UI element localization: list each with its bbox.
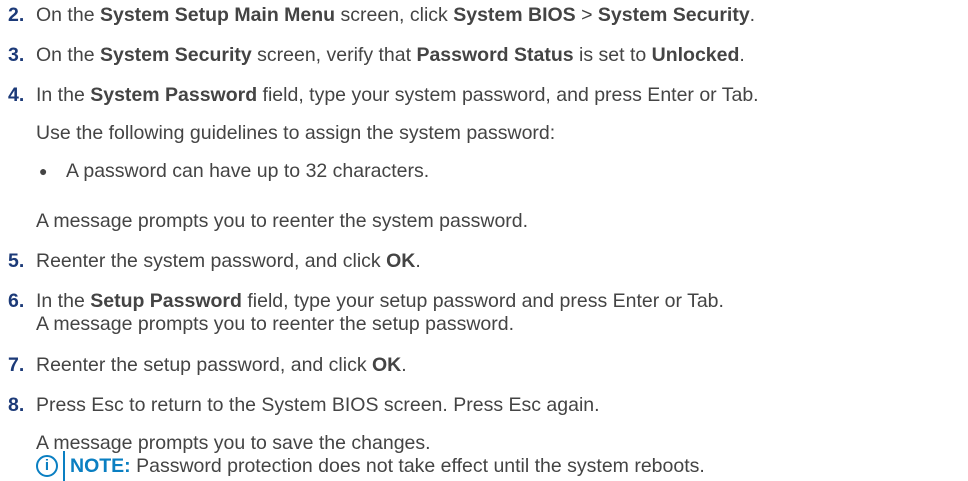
step-text: On the System Security screen, verify th… [36, 44, 745, 66]
step-text: Reenter the system password, and click O… [36, 250, 421, 272]
info-icon: i [36, 455, 58, 477]
step-number: 6. [8, 290, 25, 312]
step-text: In the Setup Password field, type your s… [36, 290, 724, 312]
step-number: 8. [8, 394, 25, 416]
step-followup: A message prompts you to reenter the sys… [36, 210, 529, 232]
step-text: In the System Password field, type your … [36, 84, 759, 106]
step-text: Reenter the setup password, and click OK… [36, 354, 407, 376]
note-label: NOTE: [70, 455, 131, 477]
note-text: NOTE: Password protection does not take … [70, 455, 705, 477]
step-continuation: A message prompts you to reenter the set… [36, 313, 515, 335]
step-number: 7. [8, 354, 25, 376]
procedure-document: 2. On the System Setup Main Menu screen,… [0, 0, 968, 481]
bullet-text: A password can have up to 32 characters. [66, 160, 430, 182]
step-text: Press Esc to return to the System BIOS s… [36, 394, 600, 416]
bullet-icon: ● [39, 163, 48, 179]
step-followup: A message prompts you to save the change… [36, 432, 431, 454]
step-number: 4. [8, 84, 25, 106]
step-number: 5. [8, 250, 25, 272]
step-number: 3. [8, 44, 25, 66]
step-text: On the System Setup Main Menu screen, cl… [36, 4, 756, 26]
guideline-intro: Use the following guidelines to assign t… [36, 122, 556, 144]
note-divider [63, 451, 65, 481]
step-number: 2. [8, 4, 25, 26]
